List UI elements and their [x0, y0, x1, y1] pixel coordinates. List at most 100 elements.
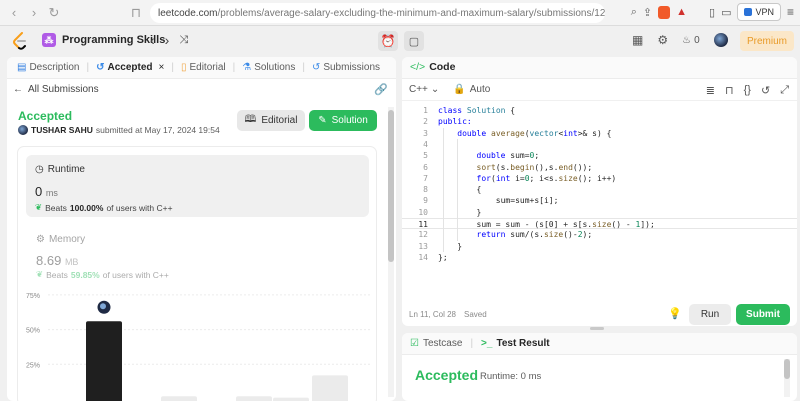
- leaf-icon: ❦: [35, 202, 43, 212]
- code-text: double sum=0;: [476, 151, 540, 161]
- forward-icon[interactable]: ›: [24, 3, 44, 23]
- edit-icon: ✎: [318, 115, 327, 126]
- tab-description[interactable]: ▤ Description: [13, 62, 83, 73]
- submission-status: Accepted: [18, 109, 73, 123]
- terminal-icon: >_: [481, 338, 493, 349]
- expand-icon[interactable]: ⤢: [780, 84, 789, 97]
- mode-select[interactable]: 🔒 Auto: [453, 84, 490, 95]
- submitter-avatar[interactable]: [18, 125, 28, 135]
- sidebar-icon[interactable]: ▯: [709, 6, 715, 19]
- tab-accepted[interactable]: ↺ Accepted ×: [92, 62, 168, 73]
- code-line[interactable]: 14};: [402, 252, 797, 263]
- prev-problem-icon[interactable]: ‹: [150, 32, 155, 48]
- y-tick-label: 75%: [26, 293, 40, 300]
- notes-button[interactable]: ▢: [404, 31, 424, 51]
- result-scroll-thumb[interactable]: [784, 359, 790, 379]
- tab-solutions[interactable]: ⚗ Solutions: [238, 62, 299, 73]
- solution-button[interactable]: ✎ Solution: [309, 110, 377, 131]
- code-line[interactable]: 4: [402, 139, 797, 150]
- code-line[interactable]: 10 }: [402, 207, 797, 218]
- editorial-button[interactable]: 🕮 Editorial: [237, 110, 305, 131]
- lightbulb-icon[interactable]: 💡: [668, 307, 682, 320]
- bookmark-icon[interactable]: ⊓: [126, 3, 146, 23]
- run-button[interactable]: Run: [689, 304, 731, 325]
- code-line[interactable]: 7 for(int i=0; i<s.size(); i++): [402, 173, 797, 184]
- tab-test-result[interactable]: >_ Test Result: [481, 338, 550, 349]
- tab-code[interactable]: </> Code: [410, 61, 455, 73]
- memory-beats-suffix: of users with C++: [102, 269, 169, 280]
- panel-resize-handle[interactable]: [590, 327, 604, 330]
- line-number: 12: [418, 230, 428, 240]
- copy-link-icon[interactable]: 🔗: [374, 83, 388, 96]
- distribution-bar[interactable]: [86, 321, 122, 401]
- format-icon[interactable]: ≣: [706, 84, 715, 97]
- memory-beats: ❦ Beats 59.85% of users with C++: [36, 269, 169, 280]
- left-scroll-thumb[interactable]: [388, 110, 394, 262]
- checkbox-icon: ☑: [410, 338, 419, 349]
- distribution-bar[interactable]: [236, 396, 272, 401]
- code-editor[interactable]: 1 class Solution {2 public: 3 double averag…: [402, 103, 797, 303]
- share-icon[interactable]: ⇪: [643, 6, 652, 19]
- premium-button[interactable]: Premium: [740, 31, 794, 51]
- code-line[interactable]: 2 public:: [402, 116, 797, 127]
- address-bar[interactable]: leetcode.com/problems/average-salary-exc…: [150, 3, 605, 23]
- code-line[interactable]: 1 class Solution {: [402, 105, 797, 116]
- code-text: }: [438, 207, 482, 217]
- settings-gear-icon[interactable]: ⚙: [657, 33, 668, 47]
- zoom-icon[interactable]: ⌕: [631, 6, 637, 19]
- braces-icon[interactable]: {}: [744, 84, 751, 97]
- reset-icon[interactable]: ↺: [761, 84, 770, 97]
- tab-editorial[interactable]: ▯ Editorial: [177, 62, 230, 73]
- rewards-icon[interactable]: ▲: [676, 6, 687, 18]
- result-scrollbar[interactable]: [784, 359, 790, 397]
- tab-divider: |: [302, 62, 305, 73]
- timer-button[interactable]: ⏰: [378, 31, 398, 51]
- tab-testcase[interactable]: ☑ Testcase: [410, 338, 462, 349]
- bookmark-icon[interactable]: ⊓: [725, 84, 734, 97]
- code-line[interactable]: 5 double sum=0;: [402, 150, 797, 161]
- streak-counter[interactable]: ♨ 0: [682, 35, 700, 46]
- submitter-name[interactable]: TUSHAR SAHU: [31, 125, 93, 135]
- code-text: return sum/(s.size()-2);: [476, 230, 593, 240]
- layout-grid-icon[interactable]: ▦: [632, 33, 643, 47]
- study-plan-title[interactable]: ⁂ Programming Skills: [42, 33, 165, 47]
- left-scrollbar[interactable]: [388, 107, 394, 397]
- line-number: 13: [418, 241, 428, 251]
- code-line[interactable]: 8 {: [402, 184, 797, 195]
- study-plan-icon: ⁂: [42, 33, 56, 47]
- code-line[interactable]: 9 sum=sum+s[i];: [402, 195, 797, 206]
- code-line[interactable]: 11 sum = sum - (s[0] + s[s.size() - 1]);: [402, 218, 797, 230]
- code-line[interactable]: 12 return sum/(s.size()-2);: [402, 229, 797, 240]
- vpn-button[interactable]: VPN: [737, 3, 781, 21]
- menu-icon[interactable]: ≡: [787, 5, 794, 19]
- solution-button-label: Solution: [331, 115, 368, 126]
- wallet-icon[interactable]: ▭: [721, 6, 731, 19]
- all-submissions-link[interactable]: ← All Submissions: [13, 84, 99, 95]
- code-text: public:: [438, 117, 472, 127]
- user-avatar[interactable]: [713, 33, 728, 47]
- runtime-stat[interactable]: ◷ Runtime 0 ms ❦ Beats 100.00% of users w…: [26, 155, 369, 217]
- runtime-value: 0: [35, 184, 43, 199]
- line-number: 10: [418, 207, 428, 217]
- next-problem-icon[interactable]: ›: [165, 32, 170, 48]
- reload-icon[interactable]: ↻: [44, 3, 64, 23]
- distribution-bar[interactable]: [161, 396, 197, 401]
- submit-button[interactable]: Submit: [736, 304, 790, 325]
- test-result-label: Test Result: [496, 338, 550, 349]
- runtime-distribution-chart[interactable]: 75% 50% 25%: [18, 285, 378, 401]
- tab-submissions[interactable]: ↺ Submissions: [308, 62, 384, 73]
- back-icon[interactable]: ‹: [4, 3, 24, 23]
- code-line[interactable]: 3 double average(vector<int>& s) {: [402, 128, 797, 139]
- distribution-bar[interactable]: [312, 375, 348, 401]
- url-path: /problems/average-salary-excluding-the-m…: [217, 7, 605, 19]
- shuffle-icon[interactable]: ⤨: [179, 34, 188, 48]
- url-host: leetcode.com: [158, 7, 218, 19]
- language-select[interactable]: C++ ⌄: [409, 84, 439, 95]
- submission-panel: ▤ Description | ↺ Accepted × | ▯ Editorial |…: [7, 57, 396, 401]
- leetcode-logo-icon[interactable]: [12, 32, 28, 50]
- brave-shield-icon[interactable]: [658, 5, 671, 19]
- distribution-bar[interactable]: [273, 397, 309, 401]
- code-line[interactable]: 13 }: [402, 241, 797, 252]
- code-line[interactable]: 6 sort(s.begin(),s.end());: [402, 162, 797, 173]
- close-tab-icon[interactable]: ×: [159, 62, 165, 73]
